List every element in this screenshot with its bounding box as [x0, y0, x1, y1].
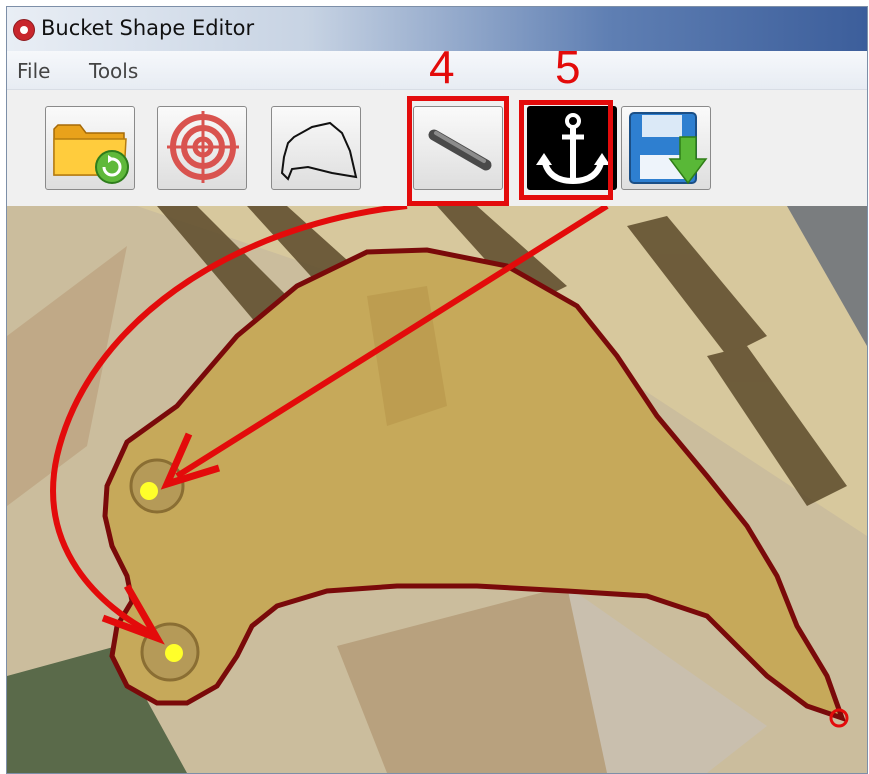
pin-marker-lower: [165, 644, 183, 662]
callout-box-5: [519, 100, 613, 200]
toolbar: 4 5: [7, 44, 867, 206]
bucket-scene: [7, 206, 867, 773]
callout-number-4: 4: [429, 41, 455, 93]
target-icon: [167, 111, 239, 183]
app-window: Bucket Shape Editor File Tools 4 5: [6, 6, 868, 774]
bucket-outline-button[interactable]: [271, 106, 361, 190]
app-icon: [13, 19, 35, 41]
callout-number-5: 5: [555, 41, 581, 93]
bucket-outline-icon: [280, 121, 358, 181]
menu-file[interactable]: File: [17, 59, 50, 83]
folder-refresh-icon: [53, 124, 129, 184]
window-title: Bucket Shape Editor: [41, 16, 255, 40]
open-folder-button[interactable]: [45, 106, 135, 190]
save-icon: [629, 112, 708, 185]
bucket-image-canvas[interactable]: [7, 206, 867, 773]
save-button[interactable]: [621, 106, 711, 190]
pin-marker-upper: [140, 482, 158, 500]
callout-box-4: [407, 96, 509, 206]
menu-tools[interactable]: Tools: [89, 59, 138, 83]
target-button[interactable]: [157, 106, 247, 190]
